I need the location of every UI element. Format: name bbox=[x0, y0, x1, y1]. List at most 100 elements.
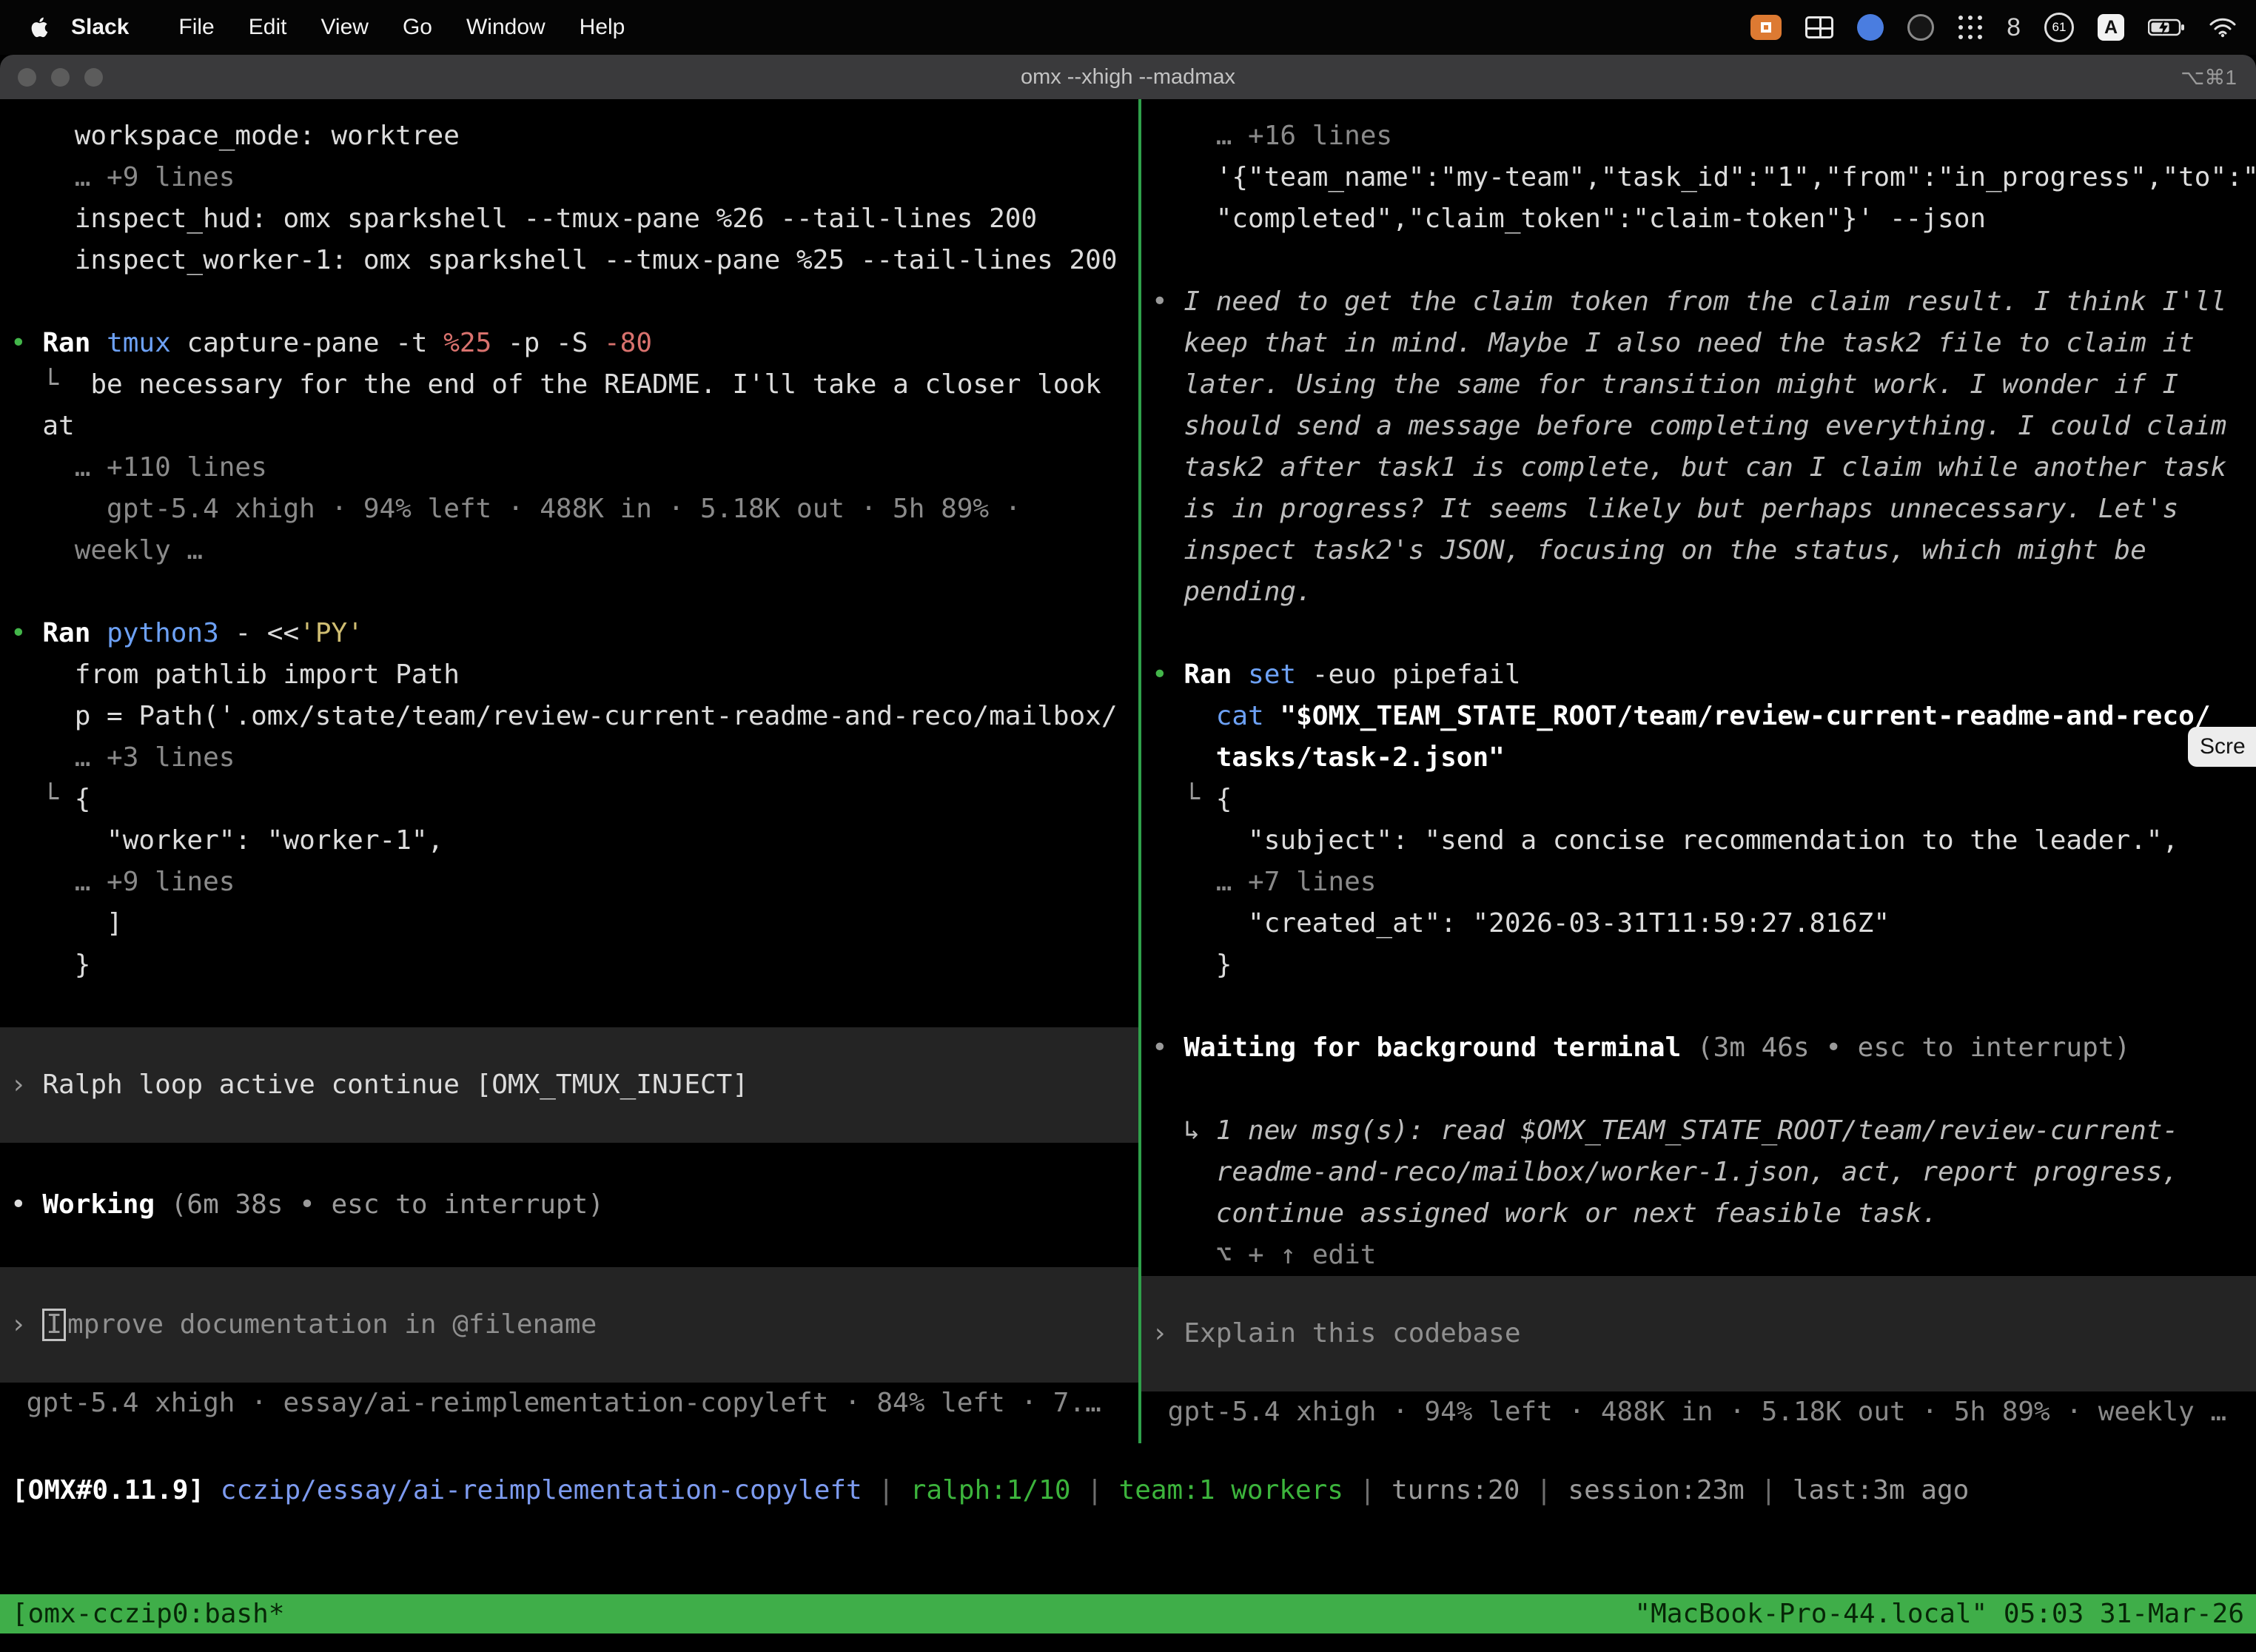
wifi-icon[interactable] bbox=[2209, 17, 2237, 38]
menu-item-view[interactable]: View bbox=[303, 15, 385, 40]
menubar: Slack FileEditViewGoWindowHelp 8 61 A bbox=[0, 0, 2256, 55]
menubar-status-icons: 8 61 A bbox=[1750, 0, 2256, 55]
input-source-icon[interactable]: A bbox=[2098, 14, 2124, 41]
status-segment: | bbox=[1071, 1475, 1119, 1505]
terminal-line: • Waiting for background terminal (3m 46… bbox=[1141, 1027, 2256, 1069]
terminal-line: └ { bbox=[1141, 779, 2256, 820]
terminal-panes: workspace_mode: worktree … +9 lines insp… bbox=[0, 99, 2256, 1443]
terminal-line: is in progress? It seems likely but perh… bbox=[1141, 488, 2256, 530]
status-segment: turns:20 bbox=[1391, 1475, 1520, 1505]
terminal-line: • Ran tmux capture-pane -t %25 -p -S -80 bbox=[0, 323, 1138, 364]
dark-app-icon[interactable] bbox=[1907, 14, 1934, 41]
status-segment: | bbox=[862, 1475, 910, 1505]
terminal-line: pending. bbox=[1141, 571, 2256, 613]
terminal-block: gpt-5.4 xhigh · essay/ai-reimplementatio… bbox=[0, 1383, 1138, 1424]
terminal-line: inspect task2's JSON, focusing on the st… bbox=[1141, 530, 2256, 571]
gauge-icon[interactable]: 61 bbox=[2044, 13, 2074, 42]
terminal-line: tasks/task-2.json" bbox=[1141, 737, 2256, 779]
terminal-line bbox=[0, 281, 1138, 323]
terminal-line: › Explain this codebase bbox=[1141, 1313, 2256, 1354]
terminal-line: task2 after task1 is complete, but can I… bbox=[1141, 447, 2256, 488]
terminal-line: keep that in mind. Maybe I also need the… bbox=[1141, 323, 2256, 364]
omx-status-line: [OMX#0.11.9] cczip/essay/ai-reimplementa… bbox=[12, 1470, 2247, 1511]
terminal-line: … +16 lines bbox=[1141, 115, 2256, 157]
status-segment: | bbox=[1745, 1475, 1793, 1505]
tmux-status-bar: [omx-cczip0:bash* "MacBook-Pro-44.local"… bbox=[0, 1594, 2256, 1633]
menu-items: FileEditViewGoWindowHelp bbox=[161, 15, 642, 40]
terminal-line: '{"team_name":"my-team","task_id":"1","f… bbox=[1141, 157, 2256, 198]
menu-item-edit[interactable]: Edit bbox=[232, 15, 304, 40]
prompt-band[interactable]: › Improve documentation in @filename bbox=[0, 1267, 1138, 1383]
terminal-pane-left[interactable]: workspace_mode: worktree … +9 lines insp… bbox=[0, 99, 1138, 1443]
battery-icon[interactable] bbox=[2148, 18, 2185, 37]
terminal-line: inspect_hud: omx sparkshell --tmux-pane … bbox=[0, 198, 1138, 240]
status-segment: | bbox=[1520, 1475, 1568, 1505]
keystroke-8-icon[interactable]: 8 bbox=[2007, 13, 2021, 42]
terminal-line: weekly … bbox=[0, 530, 1138, 571]
terminal-line: … +9 lines bbox=[0, 157, 1138, 198]
terminal-line: "created_at": "2026-03-31T11:59:27.816Z" bbox=[1141, 903, 2256, 944]
terminal-line: gpt-5.4 xhigh · 94% left · 488K in · 5.1… bbox=[0, 488, 1138, 530]
terminal-line bbox=[1141, 986, 2256, 1027]
prompt-band[interactable]: › Ralph loop active continue [OMX_TMUX_I… bbox=[0, 1027, 1138, 1143]
terminal-line: inspect_worker-1: omx sparkshell --tmux-… bbox=[0, 240, 1138, 281]
terminal-line bbox=[0, 1143, 1138, 1184]
status-segment: team:1 workers bbox=[1119, 1475, 1343, 1505]
menu-item-help[interactable]: Help bbox=[563, 15, 642, 40]
terminal-block: • Working (6m 38s • esc to interrupt) bbox=[0, 1143, 1138, 1267]
terminal-line: • Ran set -euo pipefail bbox=[1141, 654, 2256, 696]
active-app-name[interactable]: Slack bbox=[71, 15, 129, 40]
terminal-line: … +7 lines bbox=[1141, 862, 2256, 903]
status-segment: cczip/essay/ai-reimplementation-copyleft bbox=[221, 1475, 862, 1505]
screen-recording-indicator-icon[interactable] bbox=[1750, 15, 1782, 40]
launchpad-dots-icon[interactable] bbox=[1958, 15, 1983, 40]
terminal-line: › Improve documentation in @filename bbox=[0, 1304, 1138, 1346]
terminal-line: p = Path('.omx/state/team/review-current… bbox=[0, 696, 1138, 737]
terminal-line: at bbox=[0, 406, 1138, 447]
terminal-line: • I need to get the claim token from the… bbox=[1141, 281, 2256, 323]
status-segment: last:3m ago bbox=[1793, 1475, 1969, 1505]
prompt-band[interactable]: › Explain this codebase bbox=[1141, 1276, 2256, 1391]
terminal-line: "subject": "send a concise recommendatio… bbox=[1141, 820, 2256, 862]
terminal-line: } bbox=[0, 944, 1138, 986]
terminal-block: workspace_mode: worktree … +9 lines insp… bbox=[0, 115, 1138, 1027]
window-title: omx --xhigh --madmax bbox=[0, 65, 2256, 90]
terminal-line: "completed","claim_token":"claim-token"}… bbox=[1141, 198, 2256, 240]
tmux-session-label[interactable]: [omx-cczip0:bash* bbox=[12, 1599, 284, 1629]
terminal-line: • Ran python3 - <<'PY' bbox=[0, 613, 1138, 654]
apple-menu-icon[interactable] bbox=[22, 13, 52, 41]
terminal-line: ] bbox=[0, 903, 1138, 944]
terminal-line: ⌥ + ↑ edit bbox=[1141, 1235, 2256, 1276]
window-grid-icon[interactable] bbox=[1805, 16, 1833, 38]
menu-item-go[interactable]: Go bbox=[386, 15, 449, 40]
window-titlebar: omx --xhigh --madmax ⌥⌘1 bbox=[0, 55, 2256, 99]
terminal-line: later. Using the same for transition mig… bbox=[1141, 364, 2256, 406]
terminal-pane-right[interactable]: … +16 lines '{"team_name":"my-team","tas… bbox=[1141, 99, 2256, 1443]
terminal-line: from pathlib import Path bbox=[0, 654, 1138, 696]
terminal-line bbox=[0, 1226, 1138, 1267]
terminal-line: should send a message before completing … bbox=[1141, 406, 2256, 447]
status-segment: session:23m bbox=[1568, 1475, 1744, 1505]
terminal-line bbox=[1141, 1069, 2256, 1110]
terminal-line: } bbox=[1141, 944, 2256, 986]
screen-sharing-tooltip: Scre bbox=[2188, 727, 2256, 767]
terminal-line: ↳ 1 new msg(s): read $OMX_TEAM_STATE_ROO… bbox=[1141, 1110, 2256, 1152]
terminal-line bbox=[1141, 240, 2256, 281]
terminal-line: └ { bbox=[0, 779, 1138, 820]
status-segment: [OMX#0.11.9] bbox=[12, 1475, 221, 1505]
terminal-line: "worker": "worker-1", bbox=[0, 820, 1138, 862]
terminal-line: gpt-5.4 xhigh · essay/ai-reimplementatio… bbox=[0, 1383, 1138, 1424]
terminal-line: gpt-5.4 xhigh · 94% left · 488K in · 5.1… bbox=[1141, 1391, 2256, 1433]
terminal-line: … +110 lines bbox=[0, 447, 1138, 488]
window-shortcut-badge: ⌥⌘1 bbox=[2181, 65, 2237, 90]
gauge-value: 61 bbox=[2052, 20, 2067, 35]
tmux-host-clock: "MacBook-Pro-44.local" 05:03 31-Mar-26 bbox=[1634, 1599, 2244, 1629]
menu-item-file[interactable]: File bbox=[161, 15, 231, 40]
blue-app-icon[interactable] bbox=[1857, 14, 1884, 41]
status-segment: ralph:1/10 bbox=[910, 1475, 1071, 1505]
terminal-line bbox=[0, 986, 1138, 1027]
terminal-line: › Ralph loop active continue [OMX_TMUX_I… bbox=[0, 1064, 1138, 1106]
status-segment: | bbox=[1343, 1475, 1391, 1505]
menu-item-window[interactable]: Window bbox=[449, 15, 563, 40]
terminal-line: readme-and-reco/mailbox/worker-1.json, a… bbox=[1141, 1152, 2256, 1193]
